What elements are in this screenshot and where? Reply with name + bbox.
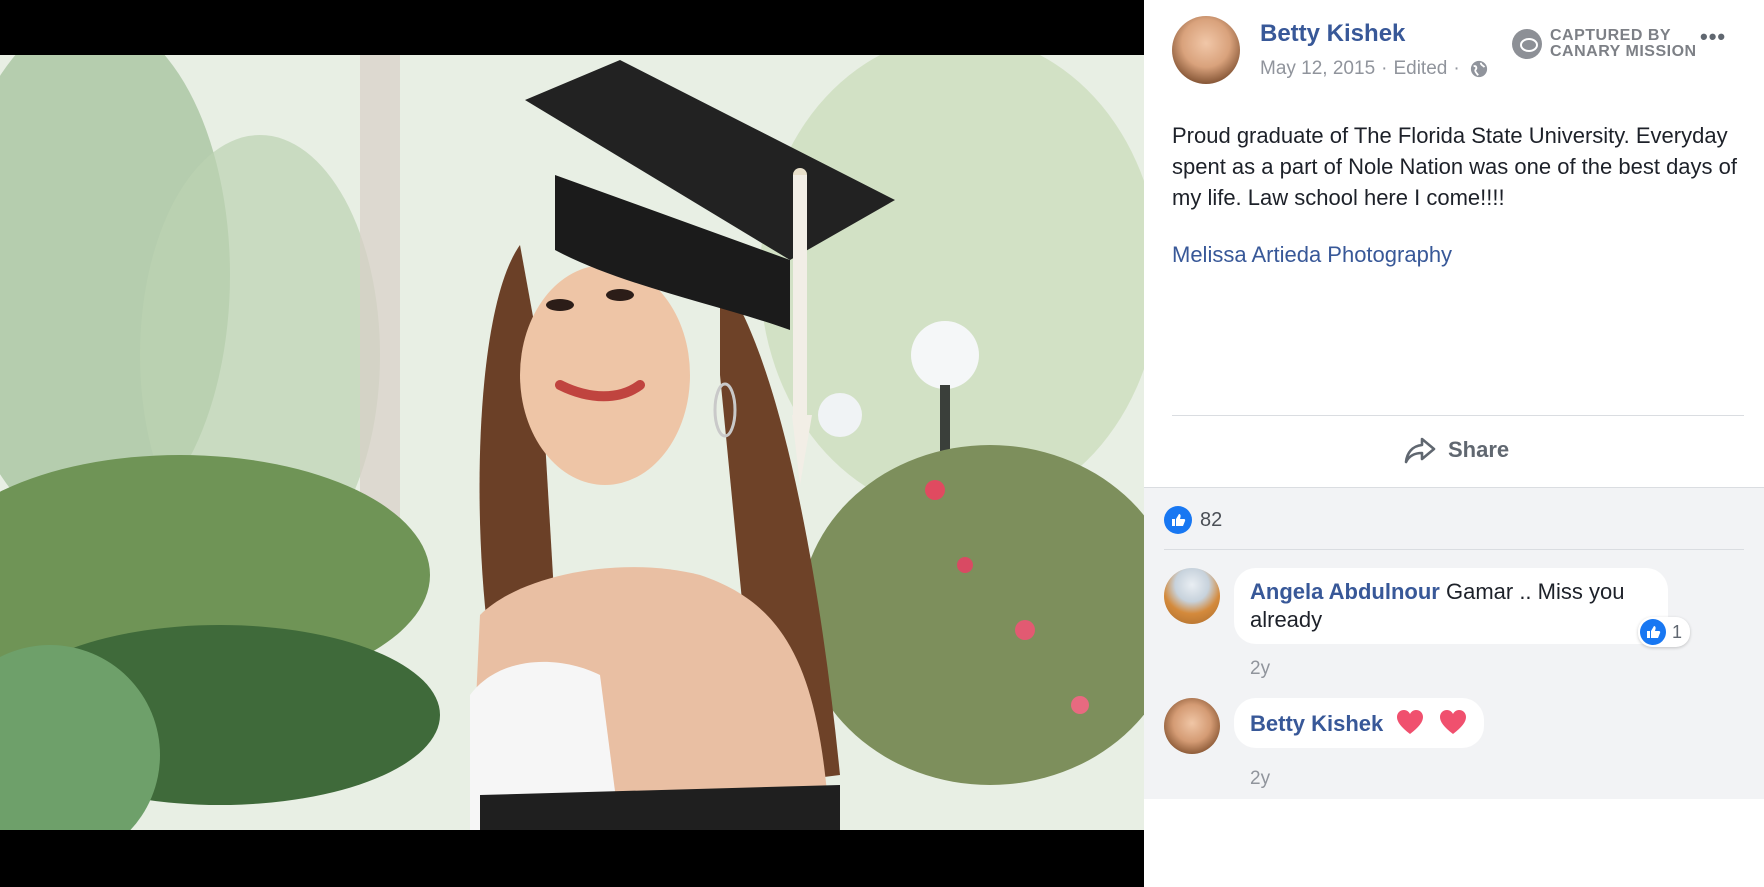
post-header: Betty Kishek May 12, 2015 · Edited · CAP…: [1172, 16, 1742, 86]
edited-label[interactable]: Edited: [1393, 58, 1447, 80]
comment-timestamp[interactable]: 2y: [1250, 768, 1270, 790]
comment-like-count: 1: [1672, 621, 1683, 642]
action-divider: [1172, 415, 1744, 416]
commenter-avatar[interactable]: [1164, 698, 1220, 754]
reaction-summary[interactable]: 82: [1164, 506, 1222, 534]
share-button[interactable]: Share: [1404, 430, 1509, 470]
heart-icon: [1397, 710, 1424, 734]
comments-section: 82 Angela Abdulnour Gamar .. Miss you al…: [1144, 487, 1764, 799]
post-photo[interactable]: [0, 55, 1144, 830]
author-avatar[interactable]: [1172, 16, 1240, 84]
graduate-photo-illustration: [0, 55, 1144, 830]
comment-bubble: Betty Kishek: [1234, 698, 1484, 748]
comment-item: Angela Abdulnour Gamar .. Miss you alrea…: [1164, 568, 1744, 688]
canary-mission-watermark: CAPTURED BY CANARY MISSION: [1512, 28, 1697, 60]
more-options-icon[interactable]: •••: [1700, 24, 1726, 50]
comment-author-link[interactable]: Betty Kishek: [1250, 711, 1383, 736]
comment-timestamp[interactable]: 2y: [1250, 658, 1270, 680]
comment-bubble: Angela Abdulnour Gamar .. Miss you alrea…: [1234, 568, 1668, 644]
comment-item: Betty Kishek 2y: [1164, 698, 1744, 798]
post-date[interactable]: May 12, 2015: [1260, 58, 1375, 80]
author-name-link[interactable]: Betty Kishek: [1260, 20, 1405, 48]
watermark-line-1: CAPTURED BY: [1550, 27, 1672, 44]
like-icon: [1164, 506, 1192, 534]
post-side-panel: Betty Kishek May 12, 2015 · Edited · CAP…: [1144, 0, 1764, 887]
share-icon: [1404, 437, 1436, 464]
post-meta: May 12, 2015 · Edited ·: [1260, 58, 1488, 80]
post-text: Proud graduate of The Florida State Univ…: [1172, 123, 1738, 210]
comment-author-link[interactable]: Angela Abdulnour: [1250, 579, 1440, 604]
watermark-line-2: CANARY MISSION: [1550, 43, 1697, 60]
canary-logo-icon: [1512, 29, 1542, 59]
heart-icon: [1439, 710, 1466, 734]
photographer-link[interactable]: Melissa Artieda Photography: [1172, 242, 1452, 268]
like-icon: [1640, 619, 1666, 645]
commenter-avatar[interactable]: [1164, 568, 1220, 624]
meta-separator: ·: [1381, 58, 1388, 79]
photo-viewer: [0, 0, 1144, 887]
globe-icon[interactable]: [1470, 60, 1488, 78]
like-count: 82: [1200, 508, 1223, 531]
share-label: Share: [1448, 437, 1510, 462]
comment-like-badge[interactable]: 1: [1638, 617, 1691, 647]
meta-separator: ·: [1453, 58, 1460, 79]
reactions-divider: [1164, 549, 1744, 550]
